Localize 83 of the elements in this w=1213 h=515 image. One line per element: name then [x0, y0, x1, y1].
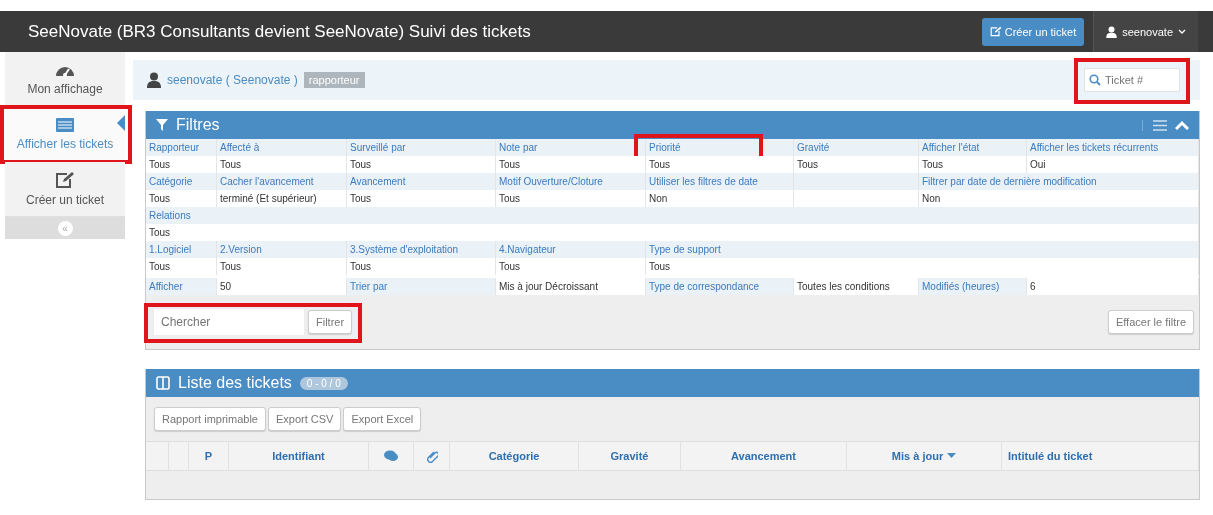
filter-label[interactable]: Filtrer par date de dernière modification — [922, 176, 1097, 187]
filter-button[interactable]: Filtrer — [308, 310, 353, 334]
column-header[interactable]: Avancement — [731, 450, 796, 462]
column-header[interactable]: Intitulé du ticket — [1008, 450, 1093, 462]
column-header[interactable]: Gravité — [610, 450, 649, 462]
filter-value: Toutes les conditions — [794, 278, 919, 295]
filter-value: Non — [922, 193, 941, 204]
export-button[interactable]: Export CSV — [268, 407, 342, 431]
ticket-search-field[interactable]: Ticket # — [1084, 68, 1180, 92]
panel-title: Liste des tickets — [178, 374, 292, 392]
filter-value: Tous — [499, 261, 521, 272]
export-button[interactable]: Export Excel — [343, 407, 422, 431]
search-field[interactable]: Chercher — [154, 309, 304, 335]
filter-label[interactable]: Priorité — [649, 142, 681, 153]
filter-label[interactable]: Utiliser les filtres de date — [649, 176, 758, 187]
column-header[interactable]: Mis à jour — [891, 450, 944, 462]
sidebar-item[interactable]: Créer un ticket — [5, 162, 125, 217]
filter-value: Tous — [220, 261, 242, 272]
filter-label[interactable]: Affecté à — [220, 142, 260, 153]
count-badge: 0 - 0 / 0 — [299, 376, 348, 390]
filter-value: Tous — [149, 193, 171, 204]
filter-label[interactable]: Relations — [149, 210, 191, 221]
filter-value: Non — [649, 193, 668, 204]
filter-label[interactable]: Rapporteur — [149, 142, 200, 153]
columns-icon — [156, 376, 170, 390]
list-icon — [55, 117, 75, 133]
filter-value: Tous — [499, 159, 521, 170]
filter-value: terminé (Et supérieur) — [220, 193, 317, 204]
filter-value: Tous — [220, 159, 242, 170]
filter-label[interactable]: Gravité — [797, 142, 830, 153]
filter-label[interactable]: 4.Navigateur — [499, 244, 556, 255]
filter-label[interactable]: Cacher l'avancement — [220, 176, 314, 187]
filter-value: Mis à jour Décroissant — [496, 278, 646, 295]
filter-label[interactable]: Surveillé par — [350, 142, 406, 153]
edit-icon — [989, 26, 1002, 37]
filter-value: Tous — [149, 261, 171, 272]
user-icon — [147, 72, 161, 88]
filter-label[interactable]: Catégorie — [149, 176, 193, 187]
filter-value: Tous — [499, 193, 521, 204]
collapse-button[interactable]: « — [57, 220, 73, 236]
filter-value: Tous — [350, 159, 372, 170]
filter-value: Tous — [649, 261, 671, 272]
export-button[interactable]: Rapport imprimable — [154, 407, 266, 431]
filter-value: Tous — [922, 159, 944, 170]
filter-value: 6 — [1027, 278, 1199, 295]
search-icon — [1089, 74, 1101, 86]
filter-label[interactable]: Afficher les tickets récurrents — [1030, 142, 1159, 153]
filter-label[interactable]: Motif Ouverture/Cloture — [499, 176, 603, 187]
filter-label[interactable]: Afficher l'état — [922, 142, 980, 153]
user-icon — [1106, 25, 1118, 38]
user-link[interactable]: seenovate ( Seenovate ) — [167, 73, 298, 87]
chevron-up-icon — [1175, 120, 1189, 130]
filter-value: Tous — [797, 159, 819, 170]
filter-label[interactable]: 1.Logiciel — [149, 244, 192, 255]
user-menu[interactable]: seenovate — [1093, 11, 1198, 52]
filter-label[interactable]: Avancement — [350, 176, 406, 187]
filter-label[interactable]: 2.Version — [220, 244, 262, 255]
column-header[interactable]: Identifiant — [272, 450, 325, 462]
clear-filter-button[interactable]: Effacer le filtre — [1107, 310, 1194, 334]
paperclip-icon — [425, 449, 438, 463]
column-header[interactable]: Catégorie — [488, 450, 540, 462]
create-ticket-button[interactable]: Créer un ticket — [981, 17, 1085, 46]
filter-value: Tous — [350, 261, 372, 272]
edit-icon — [55, 171, 75, 189]
filter-value: 50 — [217, 278, 347, 295]
filter-value: Oui — [1030, 159, 1046, 170]
filter-value: Tous — [649, 159, 671, 170]
filter-label[interactable]: Note par — [499, 142, 538, 153]
window-title: SeeNovate (BR3 Consultants devient SeeNovate) Suivi des tickets — [28, 21, 532, 42]
filter-label[interactable]: Type de support — [649, 244, 721, 255]
menu-icon — [1153, 119, 1167, 131]
sidebar-item[interactable]: Afficher les tickets — [5, 107, 125, 162]
filter-label[interactable]: 3.Système d'exploitation — [350, 244, 459, 255]
column-header[interactable]: P — [204, 450, 213, 462]
filter-value: Tous — [149, 227, 171, 238]
filter-value: Tous — [149, 159, 171, 170]
caret-icon — [1178, 28, 1186, 35]
funnel-icon — [156, 119, 168, 131]
selection-notch-icon — [117, 115, 125, 131]
speech-bubbles-icon — [384, 450, 398, 462]
panel-title: Filtres — [176, 116, 220, 134]
role-tag: rapporteur — [303, 72, 365, 88]
filter-value: Tous — [350, 193, 372, 204]
